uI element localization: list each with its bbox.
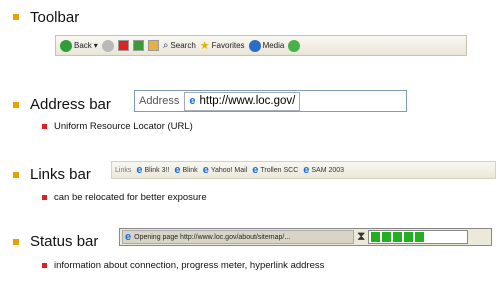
search-button[interactable]: ⌕ Search bbox=[163, 40, 196, 51]
toolbar-bullet bbox=[13, 14, 19, 20]
ie-page-icon: e bbox=[189, 95, 196, 107]
progress-block bbox=[371, 232, 380, 242]
address-bullet bbox=[13, 102, 19, 108]
links-description: can be relocated for better exposure bbox=[54, 192, 207, 203]
home-icon[interactable] bbox=[147, 40, 159, 51]
media-button[interactable]: Media bbox=[248, 39, 285, 52]
ie-page-icon: e bbox=[303, 164, 310, 176]
link-item[interactable]: e Yahoo! Mail bbox=[203, 164, 248, 176]
address-sub-bullet bbox=[42, 124, 47, 129]
hourglass-cursor-icon: ⧗ bbox=[357, 229, 366, 243]
status-description: information about connection, progress m… bbox=[54, 260, 325, 271]
link-item-label: Trollen SCC bbox=[260, 166, 299, 174]
status-heading: Status bar bbox=[30, 233, 99, 250]
star-icon: ★ bbox=[199, 40, 210, 52]
history-icon bbox=[288, 39, 301, 52]
link-item-label: Blink 3!! bbox=[144, 166, 170, 174]
favorites-button-label: Favorites bbox=[211, 41, 245, 50]
back-button-label: Back bbox=[74, 41, 92, 50]
address-input[interactable]: e http://www.loc.gov/ bbox=[184, 91, 301, 111]
refresh-icon[interactable] bbox=[132, 40, 144, 51]
ie-page-icon: e bbox=[202, 164, 209, 176]
progress-meter: ⧗ bbox=[357, 229, 468, 244]
links-bar: Links e Blink 3!! e Blink e Yahoo! Mail e Tr… bbox=[111, 161, 496, 179]
forward-arrow-icon bbox=[101, 39, 114, 52]
status-text: Opening page http://www.loc.gov/about/si… bbox=[134, 233, 291, 241]
search-icon: ⌕ bbox=[162, 40, 169, 51]
address-label: Address bbox=[139, 95, 180, 107]
link-item-label: Yahoo! Mail bbox=[210, 166, 248, 174]
links-bullet bbox=[13, 172, 19, 178]
status-sub-bullet bbox=[42, 263, 47, 268]
link-item[interactable]: e SAM 2003 bbox=[303, 164, 344, 176]
search-button-label: Search bbox=[170, 41, 196, 50]
back-arrow-icon bbox=[60, 39, 72, 52]
link-item[interactable]: e Blink bbox=[174, 164, 197, 176]
forward-button[interactable] bbox=[101, 39, 114, 52]
chevron-down-icon: ▾ bbox=[93, 41, 98, 50]
progress-block bbox=[415, 232, 424, 242]
history-button[interactable] bbox=[288, 39, 301, 52]
media-icon bbox=[248, 39, 261, 52]
links-sub-bullet bbox=[42, 195, 47, 200]
links-label: Links bbox=[115, 166, 132, 174]
link-item-label: Blink bbox=[182, 166, 198, 174]
stop-icon[interactable] bbox=[117, 40, 129, 51]
status-bar: e Opening page http://www.loc.gov/about/… bbox=[119, 228, 492, 246]
address-description: Uniform Resource Locator (URL) bbox=[54, 121, 193, 132]
link-item[interactable]: e Trollen SCC bbox=[252, 164, 298, 176]
media-button-label: Media bbox=[262, 41, 285, 50]
progress-block bbox=[393, 232, 402, 242]
ie-page-icon: e bbox=[125, 231, 132, 243]
links-heading: Links bar bbox=[30, 166, 91, 183]
link-item-label: SAM 2003 bbox=[311, 166, 345, 174]
ie-page-icon: e bbox=[136, 164, 143, 176]
ie-page-icon: e bbox=[252, 164, 259, 176]
progress-block bbox=[404, 232, 413, 242]
ie-page-icon: e bbox=[174, 164, 181, 176]
address-heading: Address bar bbox=[30, 96, 111, 113]
address-bar: Address e http://www.loc.gov/ bbox=[134, 90, 407, 112]
link-item[interactable]: e Blink 3!! bbox=[136, 164, 169, 176]
status-bullet bbox=[13, 239, 19, 245]
address-url: http://www.loc.gov/ bbox=[199, 95, 296, 107]
back-button[interactable]: Back ▾ bbox=[60, 39, 98, 52]
favorites-button[interactable]: ★ Favorites bbox=[200, 39, 245, 52]
status-message: e Opening page http://www.loc.gov/about/… bbox=[122, 230, 354, 244]
toolbar-heading: Toolbar bbox=[30, 9, 80, 26]
progress-block bbox=[382, 232, 391, 242]
browser-toolbar: Back ▾ ⌕ Search ★ Favorites Media bbox=[55, 35, 467, 56]
